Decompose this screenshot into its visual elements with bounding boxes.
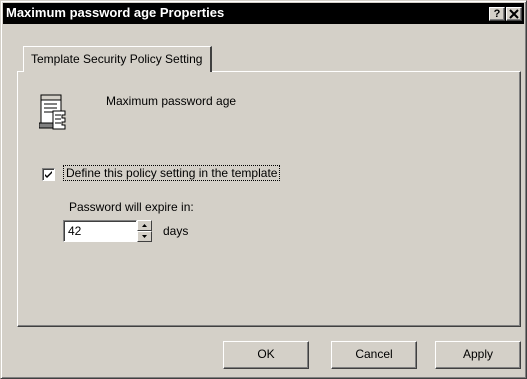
password-age-input[interactable]: 42	[63, 220, 137, 242]
spin-up-button[interactable]	[137, 220, 152, 231]
spin-down-button[interactable]	[137, 231, 152, 242]
properties-dialog: Maximum password age Properties ? Templa…	[0, 0, 527, 379]
define-setting-checkbox[interactable]	[42, 168, 55, 181]
password-expire-label: Password will expire in:	[69, 200, 194, 214]
password-age-value[interactable]: 42	[68, 224, 81, 238]
ok-button[interactable]: OK	[223, 341, 309, 369]
password-age-spinner[interactable]	[137, 220, 152, 242]
help-button[interactable]: ?	[489, 7, 505, 21]
define-setting-label[interactable]: Define this policy setting in the templa…	[62, 165, 281, 181]
title-bar[interactable]: Maximum password age Properties ?	[3, 3, 524, 24]
apply-button[interactable]: Apply	[435, 341, 521, 369]
cancel-button[interactable]: Cancel	[331, 341, 417, 369]
days-unit-label: days	[163, 224, 189, 238]
tab-panel	[17, 71, 521, 327]
window-title: Maximum password age Properties	[6, 5, 225, 20]
arrow-up-icon	[142, 224, 147, 227]
tab-template-security-policy-setting[interactable]: Template Security Policy Setting	[23, 46, 213, 72]
arrow-down-icon	[142, 235, 147, 238]
policy-name: Maximum password age	[106, 94, 237, 108]
close-icon	[509, 9, 519, 19]
checkmark-icon	[45, 171, 52, 178]
close-button[interactable]	[506, 7, 522, 21]
policy-scroll-icon	[39, 94, 66, 130]
